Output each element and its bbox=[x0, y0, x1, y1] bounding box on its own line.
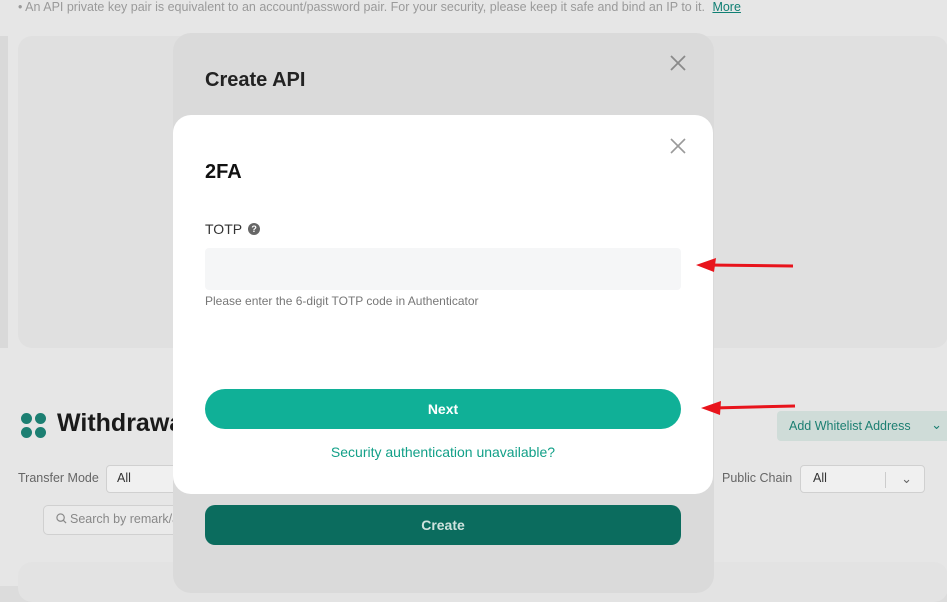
add-whitelist-button[interactable]: Add Whitelist Address ⌄ bbox=[777, 411, 947, 441]
public-chain-value: All bbox=[813, 471, 827, 485]
add-whitelist-label: Add Whitelist Address bbox=[789, 419, 911, 433]
api-notice-text: • An API private key pair is equivalent … bbox=[18, 0, 705, 14]
totp-label-row: TOTP ? bbox=[205, 221, 261, 237]
security-unavailable-link[interactable]: Security authentication unavailable? bbox=[173, 444, 713, 460]
search-input[interactable]: Search by remark/a bbox=[43, 505, 183, 535]
create-api-title: Create API bbox=[205, 69, 306, 91]
next-button[interactable]: Next bbox=[205, 389, 681, 429]
search-placeholder: Search by remark/a bbox=[70, 512, 180, 526]
search-icon bbox=[56, 513, 67, 524]
select-divider bbox=[885, 472, 886, 488]
transfer-mode-label: Transfer Mode bbox=[18, 471, 99, 485]
totp-hint: Please enter the 6-digit TOTP code in Au… bbox=[205, 294, 479, 308]
chevron-down-icon: ⌄ bbox=[931, 417, 942, 432]
annotation-arrow-next bbox=[701, 401, 796, 415]
withdrawal-icon bbox=[21, 413, 47, 439]
withdrawal-title: Withdrawal bbox=[57, 409, 175, 437]
totp-label: TOTP bbox=[205, 221, 243, 237]
left-strip bbox=[0, 36, 8, 348]
api-notice: • An API private key pair is equivalent … bbox=[18, 0, 741, 14]
totp-input[interactable] bbox=[205, 248, 681, 290]
public-chain-label: Public Chain bbox=[722, 471, 793, 485]
close-icon[interactable] bbox=[666, 51, 690, 75]
annotation-arrow-input bbox=[696, 258, 794, 272]
help-icon[interactable]: ? bbox=[248, 223, 261, 235]
transfer-mode-select[interactable]: All bbox=[106, 465, 178, 493]
modal-title: 2FA bbox=[205, 161, 242, 183]
close-icon[interactable] bbox=[667, 135, 689, 157]
more-link[interactable]: More bbox=[712, 0, 740, 14]
create-button[interactable]: Create bbox=[205, 505, 681, 545]
two-fa-modal: 2FA TOTP ? Please enter the 6-digit TOTP… bbox=[173, 115, 713, 494]
chevron-down-icon: ⌄ bbox=[901, 471, 912, 486]
public-chain-select[interactable]: All ⌄ bbox=[800, 465, 925, 493]
